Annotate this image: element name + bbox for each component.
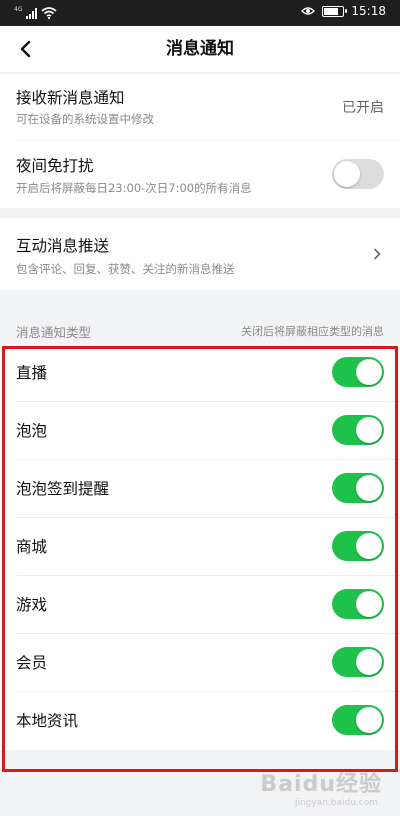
back-button[interactable] (10, 34, 40, 64)
notification-type-label: 游戏 (16, 596, 48, 614)
notification-types-list: 直播泡泡泡泡签到提醒 商城游戏会员本地资讯 (0, 344, 400, 750)
receive-notifications-subtitle: 可在设备的系统设置中修改 (16, 112, 154, 126)
notification-type-label: 本地资讯 (16, 712, 79, 730)
network-type-label: 4G (14, 6, 23, 13)
nav-bar: 消息通知 (0, 26, 400, 72)
battery-icon (322, 5, 348, 17)
notification-type-toggle[interactable] (332, 415, 384, 445)
notification-types-hint: 关闭后将屏蔽相应类型的消息 (241, 325, 384, 338)
chevron-right-icon (370, 247, 384, 261)
notification-type-toggle[interactable] (332, 647, 384, 677)
network-indicator: 4G (14, 5, 57, 19)
eye-icon (301, 7, 316, 15)
notification-type-toggle[interactable] (332, 473, 384, 503)
watermark-url: jingyan.baidu.com (294, 798, 378, 808)
interactive-push-subtitle: 包含评论、回复、获赞、关注的新消息推送 (16, 262, 235, 276)
receive-notifications-status: 已开启 (342, 100, 384, 116)
notification-type-row: 游戏 (16, 576, 400, 634)
notification-type-toggle[interactable] (332, 531, 384, 561)
dnd-title: 夜间免打扰 (16, 157, 94, 175)
dnd-toggle[interactable] (332, 159, 384, 189)
watermark: Baidu经验 (260, 772, 382, 797)
clock: 15:18 (351, 4, 386, 18)
notification-type-label: 泡泡 (16, 422, 48, 440)
notification-types-label: 消息通知类型 (16, 325, 92, 340)
notification-type-row: 商城 (16, 518, 400, 576)
notification-type-label: 会员 (16, 654, 48, 672)
receive-notifications-row[interactable]: 接收新消息通知 可在设备的系统设置中修改 已开启 (16, 74, 384, 140)
notification-type-label: 直播 (16, 364, 48, 382)
wifi-icon (41, 7, 57, 19)
dnd-row: 夜间免打扰 开启后将屏蔽每日23:00-次日7:00的所有消息 (16, 141, 384, 208)
notification-type-row: 直播 (16, 344, 400, 402)
interactive-push-title: 互动消息推送 (16, 237, 110, 255)
interactive-push-row[interactable]: 互动消息推送 包含评论、回复、获赞、关注的新消息推送 (16, 218, 384, 290)
notification-type-row: 会员 (16, 634, 400, 692)
page-title: 消息通知 (166, 39, 234, 59)
notification-type-row: 泡泡签到提醒 (16, 460, 400, 518)
status-right: 15:18 (301, 4, 386, 18)
notification-type-toggle[interactable] (332, 705, 384, 735)
notification-type-row: 本地资讯 (16, 692, 384, 750)
signal-icon (26, 7, 38, 19)
notification-type-toggle[interactable] (332, 357, 384, 387)
status-bar: 4G 15:18 (0, 0, 400, 26)
notification-type-row: 泡泡 (16, 402, 400, 460)
receive-notifications-title: 接收新消息通知 (16, 89, 125, 107)
notification-type-label: 商城 (16, 538, 48, 556)
notification-types-header: 消息通知类型 关闭后将屏蔽相应类型的消息 (16, 322, 384, 340)
notification-type-label: 泡泡签到提醒 (16, 480, 110, 498)
interactive-push-section: 互动消息推送 包含评论、回复、获赞、关注的新消息推送 (0, 218, 400, 290)
dnd-subtitle: 开启后将屏蔽每日23:00-次日7:00的所有消息 (16, 181, 252, 195)
general-settings-section: 接收新消息通知 可在设备的系统设置中修改 已开启 夜间免打扰 开启后将屏蔽每日2… (0, 74, 400, 208)
chevron-left-icon (20, 40, 31, 58)
notification-type-toggle[interactable] (332, 589, 384, 619)
